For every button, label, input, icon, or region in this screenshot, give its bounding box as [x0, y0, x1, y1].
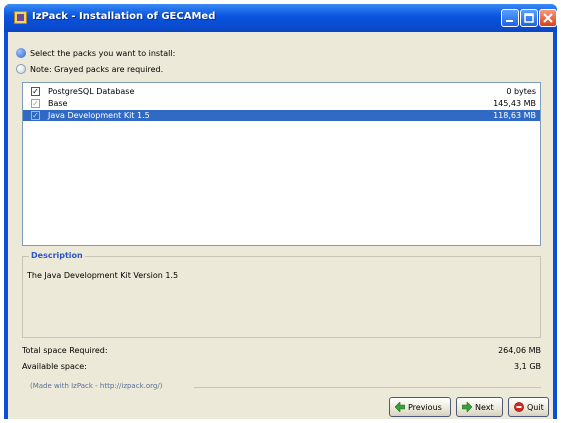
- pack-row-jdk[interactable]: ✓ Java Development Kit 1.5 118,63 MB: [23, 110, 540, 121]
- space-available-value: 3,1 GB: [514, 362, 541, 371]
- pack-row-base[interactable]: ✓ Base 145,43 MB: [23, 98, 540, 109]
- close-icon: [543, 13, 553, 23]
- space-available-label: Available space:: [22, 362, 87, 371]
- app-icon: [14, 11, 27, 24]
- pack-size: 118,63 MB: [493, 111, 536, 120]
- description-text: The Java Development Kit Version 1.5: [27, 271, 179, 280]
- window-title: IzPack - Installation of GECAMed: [32, 11, 216, 22]
- pack-row-postgresql[interactable]: ✓ PostgreSQL Database 0 bytes: [23, 86, 540, 97]
- description-legend: Description: [29, 251, 85, 260]
- maximize-icon: [524, 13, 534, 23]
- title-bar[interactable]: IzPack - Installation of GECAMed: [4, 4, 557, 32]
- pack-checkbox[interactable]: ✓: [31, 87, 40, 96]
- lightbulb-icon: [16, 64, 26, 74]
- arrow-left-icon: [395, 402, 405, 412]
- pack-checkbox: ✓: [31, 99, 40, 108]
- pack-size: 145,43 MB: [493, 99, 536, 108]
- info-icon: [16, 48, 26, 58]
- space-required: Total space Required: 264,06 MB: [22, 346, 541, 358]
- pack-size: 0 bytes: [506, 87, 536, 96]
- installer-window: IzPack - Installation of GECAMed Select …: [4, 4, 557, 419]
- footer-divider: [194, 387, 541, 388]
- pack-name: Base: [48, 99, 68, 108]
- description-box: Description The Java Development Kit Ver…: [22, 251, 541, 338]
- next-button[interactable]: Next: [456, 397, 503, 417]
- pack-checkbox: ✓: [31, 111, 40, 120]
- space-required-value: 264,06 MB: [498, 346, 541, 355]
- made-with-izpack: (Made with IzPack - http://izpack.org/): [30, 382, 163, 390]
- pack-name: PostgreSQL Database: [48, 87, 135, 96]
- previous-button[interactable]: Previous: [389, 397, 451, 417]
- packs-panel: Select the packs you want to install: No…: [8, 32, 553, 419]
- minimize-icon: [506, 20, 513, 22]
- space-available: Available space: 3,1 GB: [22, 362, 541, 374]
- maximize-button[interactable]: [520, 9, 538, 27]
- close-button[interactable]: [539, 9, 557, 27]
- arrow-right-icon: [462, 402, 472, 412]
- quit-button[interactable]: Quit: [508, 397, 549, 417]
- space-required-label: Total space Required:: [22, 346, 108, 355]
- minimize-button[interactable]: [501, 9, 519, 27]
- packs-table[interactable]: ✓ PostgreSQL Database 0 bytes ✓ Base 145…: [22, 82, 541, 246]
- stop-icon: [514, 402, 524, 412]
- pack-name: Java Development Kit 1.5: [48, 111, 150, 120]
